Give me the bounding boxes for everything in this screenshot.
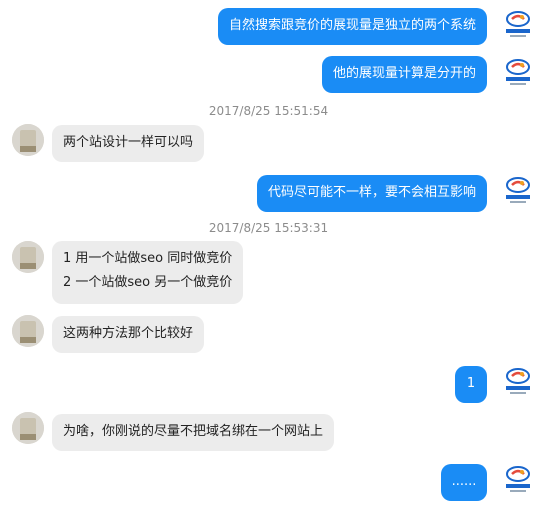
message-bubble: 他的展现量计算是分开的 [321, 56, 487, 93]
user-avatar[interactable] [12, 124, 44, 156]
message-incoming: 两个站设计一样可以吗 [52, 125, 205, 162]
message-incoming: 为啥，你刚说的尽量不把域名绑在一个网站上 [52, 414, 335, 451]
user-avatar[interactable] [12, 412, 44, 444]
message-bubble: 自然搜索跟竞价的展现量是独立的两个系统 [217, 8, 487, 45]
message-outgoing: 自然搜索跟竞价的展现量是独立的两个系统 [217, 8, 487, 45]
message-bubble: 两个站设计一样可以吗 [52, 125, 205, 162]
brand-logo-icon [506, 177, 530, 203]
message-outgoing: 代码尽可能不一样，要不会相互影响 [256, 175, 487, 212]
user-avatar-icon [12, 315, 44, 347]
agent-avatar[interactable] [502, 463, 534, 495]
message-bubble: 这两种方法那个比较好 [52, 316, 205, 353]
brand-logo-icon [506, 11, 530, 37]
message-outgoing: 1 [455, 366, 487, 403]
message-bubble: ...... [441, 464, 487, 501]
message-bubble: 1 [455, 366, 487, 403]
message-line: 2 一个站做seo 另一个做竞价 [63, 275, 233, 290]
agent-avatar[interactable] [502, 365, 534, 397]
timestamp: 2017/8/25 15:51:54 [208, 104, 329, 118]
brand-logo-icon [506, 59, 530, 85]
user-avatar[interactable] [12, 241, 44, 273]
user-avatar-icon [12, 124, 44, 156]
agent-avatar[interactable] [502, 174, 534, 206]
agent-avatar[interactable] [502, 8, 534, 40]
user-avatar-icon [12, 412, 44, 444]
user-avatar-icon [12, 241, 44, 273]
message-outgoing: ...... [441, 464, 487, 501]
message-incoming: 这两种方法那个比较好 [52, 316, 205, 353]
message-line: 1 用一个站做seo 同时做竞价 [63, 251, 233, 266]
timestamp: 2017/8/25 15:53:31 [208, 221, 329, 235]
brand-logo-icon [506, 368, 530, 394]
message-incoming: 1 用一个站做seo 同时做竞价 2 一个站做seo 另一个做竞价 [52, 241, 244, 304]
brand-logo-icon [506, 466, 530, 492]
message-bubble: 为啥，你刚说的尽量不把域名绑在一个网站上 [52, 414, 335, 451]
message-bubble: 1 用一个站做seo 同时做竞价 2 一个站做seo 另一个做竞价 [52, 241, 244, 304]
user-avatar[interactable] [12, 315, 44, 347]
message-outgoing: 他的展现量计算是分开的 [321, 56, 487, 93]
message-bubble: 代码尽可能不一样，要不会相互影响 [256, 175, 487, 212]
agent-avatar[interactable] [502, 56, 534, 88]
